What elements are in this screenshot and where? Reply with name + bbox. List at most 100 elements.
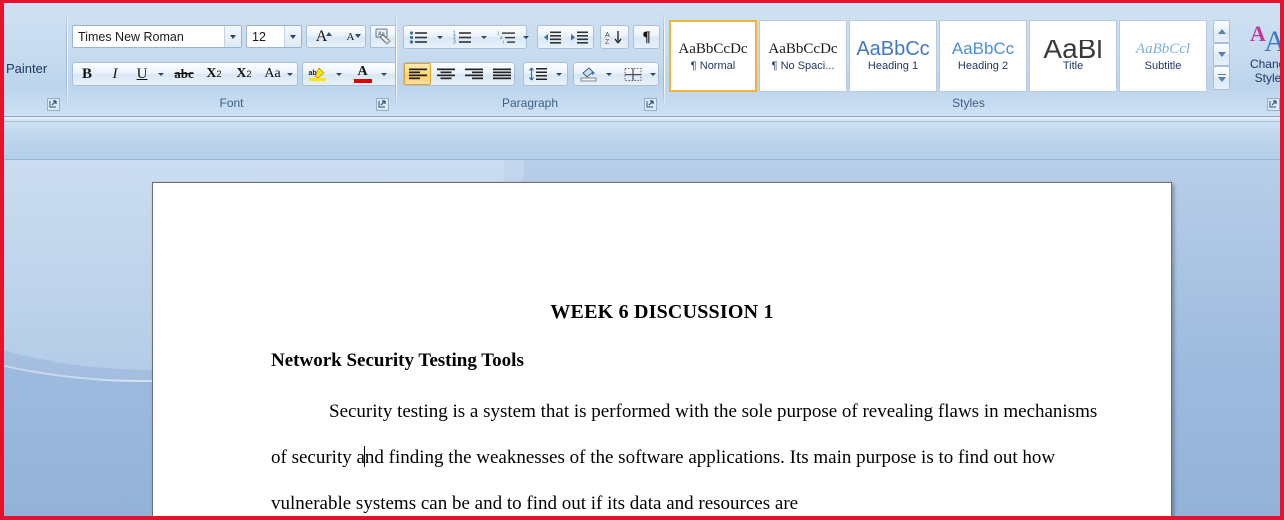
style-gallery-item[interactable]: AaBbCc Heading 2 <box>939 20 1027 92</box>
font-name-combobox[interactable]: Times New Roman <box>72 25 242 48</box>
line-spacing-dropdown-arrow[interactable] <box>552 63 565 85</box>
ruler-strip[interactable] <box>4 117 1280 160</box>
subscript-sub: 2 <box>216 69 222 79</box>
shrink-font-icon[interactable]: A <box>336 26 365 47</box>
change-styles-icon: A A <box>1250 21 1284 57</box>
style-gallery-item[interactable]: AaBbCcl Subtitle <box>1119 20 1207 92</box>
superscript-button[interactable]: X 2 <box>230 63 258 85</box>
clipboard-dialog-launcher[interactable] <box>47 98 60 111</box>
style-preview: AaBl <box>1043 39 1103 58</box>
italic-label: I <box>112 65 118 82</box>
document-title: WEEK 6 DISCUSSION 1 <box>550 301 774 323</box>
underline-button[interactable]: U <box>130 63 154 85</box>
borders-icon[interactable] <box>619 63 646 85</box>
grow-font-label: A <box>315 27 328 45</box>
align-center-icon[interactable] <box>432 63 459 85</box>
ruler-rule <box>4 121 1280 122</box>
align-right-icon[interactable] <box>460 63 487 85</box>
styles-scroll-down-button[interactable] <box>1213 43 1230 66</box>
strikethrough-button[interactable]: abc <box>170 63 198 85</box>
clipboard-group: Painter <box>4 6 66 114</box>
style-name: ¶ Normal <box>690 59 736 72</box>
font-dialog-launcher[interactable] <box>376 98 389 111</box>
change-styles-button[interactable]: A A Change Styles <box>1240 20 1284 94</box>
style-preview: AaBbCcl <box>1135 40 1191 57</box>
style-name: Title <box>1062 59 1084 72</box>
document-paragraph[interactable]: Security testing is a system that is per… <box>271 389 1111 516</box>
increase-indent-icon[interactable] <box>566 26 593 48</box>
subscript-button[interactable]: X 2 <box>200 63 228 85</box>
word-application-window: Painter Times New Roman 12 A A Aa B I U … <box>0 0 1284 520</box>
align-left-icon[interactable] <box>404 63 431 85</box>
style-gallery-item[interactable]: AaBl Title <box>1029 20 1117 92</box>
document-heading: Network Security Testing Tools <box>271 350 524 371</box>
font-group-label: Font <box>219 96 244 110</box>
subscript-label: X <box>206 66 217 81</box>
decrease-indent-icon[interactable] <box>539 26 566 48</box>
underline-label: U <box>136 65 148 82</box>
shading-dropdown-arrow[interactable] <box>602 63 615 85</box>
bold-button[interactable]: B <box>74 63 100 85</box>
styles-scroll-up-button[interactable] <box>1213 20 1230 43</box>
font-color-icon[interactable]: A <box>349 63 376 85</box>
style-gallery-item[interactable]: AaBbCcDc ¶ Normal <box>669 20 757 92</box>
underline-dropdown-arrow[interactable] <box>154 63 167 85</box>
style-name: Heading 1 <box>867 59 919 72</box>
grow-font-icon[interactable]: A <box>307 26 336 47</box>
paragraph-text-after-caret: nd finding the weaknesses of the softwar… <box>271 447 1056 514</box>
style-preview: AaBbCc <box>951 39 1015 58</box>
document-workspace: WEEK 6 DISCUSSION 1 Network Security Tes… <box>4 160 1280 516</box>
font-size-dropdown-arrow[interactable] <box>284 26 301 47</box>
numbering-dropdown-arrow[interactable] <box>477 26 490 48</box>
highlight-dropdown-arrow[interactable] <box>332 63 345 85</box>
superscript-label: X <box>236 66 247 81</box>
format-painter-button[interactable]: Painter <box>6 58 64 78</box>
font-color-label: A <box>357 64 368 79</box>
paragraph-group-label: Paragraph <box>501 96 559 110</box>
font-color-swatch <box>353 79 372 83</box>
style-preview: AaBbCc <box>856 39 930 58</box>
bullets-icon[interactable] <box>405 26 433 48</box>
font-group: Times New Roman 12 A A Aa B I U abc X 2 … <box>68 6 397 114</box>
multilevel-dropdown-arrow[interactable] <box>519 26 532 48</box>
font-size-combobox[interactable]: 12 <box>246 25 302 48</box>
svg-text:A: A <box>1264 25 1284 57</box>
svg-text:A: A <box>605 32 610 39</box>
change-case-label: Aa <box>264 66 281 81</box>
document-page[interactable]: WEEK 6 DISCUSSION 1 Network Security Tes… <box>152 182 1172 516</box>
style-preview: AaBbCcDc <box>768 40 838 57</box>
italic-button[interactable]: I <box>102 63 128 85</box>
style-name: ¶ No Spaci... <box>771 59 835 72</box>
font-size-value: 12 <box>252 29 266 44</box>
styles-dialog-launcher[interactable] <box>1267 98 1280 111</box>
strikethrough-label: abc <box>174 66 194 81</box>
sort-icon[interactable]: A Z <box>601 26 628 48</box>
style-gallery-item[interactable]: AaBbCcDc ¶ No Spaci... <box>759 20 847 92</box>
styles-group-label: Styles <box>952 96 985 110</box>
font-color-dropdown-arrow[interactable] <box>377 63 390 85</box>
show-formatting-marks-icon[interactable]: ¶ <box>634 26 659 48</box>
bullets-dropdown-arrow[interactable] <box>433 26 446 48</box>
text-highlight-color-icon[interactable]: ab <box>304 63 332 85</box>
paragraph-dialog-launcher[interactable] <box>644 98 657 111</box>
paragraph-group: 1 2 3 1 a i A Z ¶ Paragraph <box>397 6 663 114</box>
document-body[interactable]: WEEK 6 DISCUSSION 1 Network Security Tes… <box>153 183 1171 516</box>
justify-icon[interactable] <box>488 63 515 85</box>
shading-icon[interactable] <box>575 63 602 85</box>
change-styles-line1: Change <box>1249 57 1280 71</box>
svg-text:3: 3 <box>453 39 456 45</box>
multilevel-list-icon[interactable]: 1 a i <box>493 26 521 48</box>
svg-text:Z: Z <box>605 39 610 45</box>
styles-more-button[interactable] <box>1213 66 1230 90</box>
style-gallery-item[interactable]: AaBbCc Heading 1 <box>849 20 937 92</box>
style-name: Subtitle <box>1144 59 1182 72</box>
style-preview: AaBbCcDc <box>678 40 748 57</box>
line-spacing-icon[interactable] <box>524 63 552 85</box>
change-case-dropdown-arrow[interactable] <box>283 63 296 85</box>
change-case-button[interactable]: Aa <box>260 63 285 85</box>
numbering-icon[interactable]: 1 2 3 <box>449 26 477 48</box>
format-painter-label: Painter <box>6 60 48 76</box>
font-name-dropdown-arrow[interactable] <box>224 26 241 47</box>
borders-dropdown-arrow[interactable] <box>646 63 659 85</box>
clear-formatting-icon[interactable]: Aa <box>370 25 397 48</box>
